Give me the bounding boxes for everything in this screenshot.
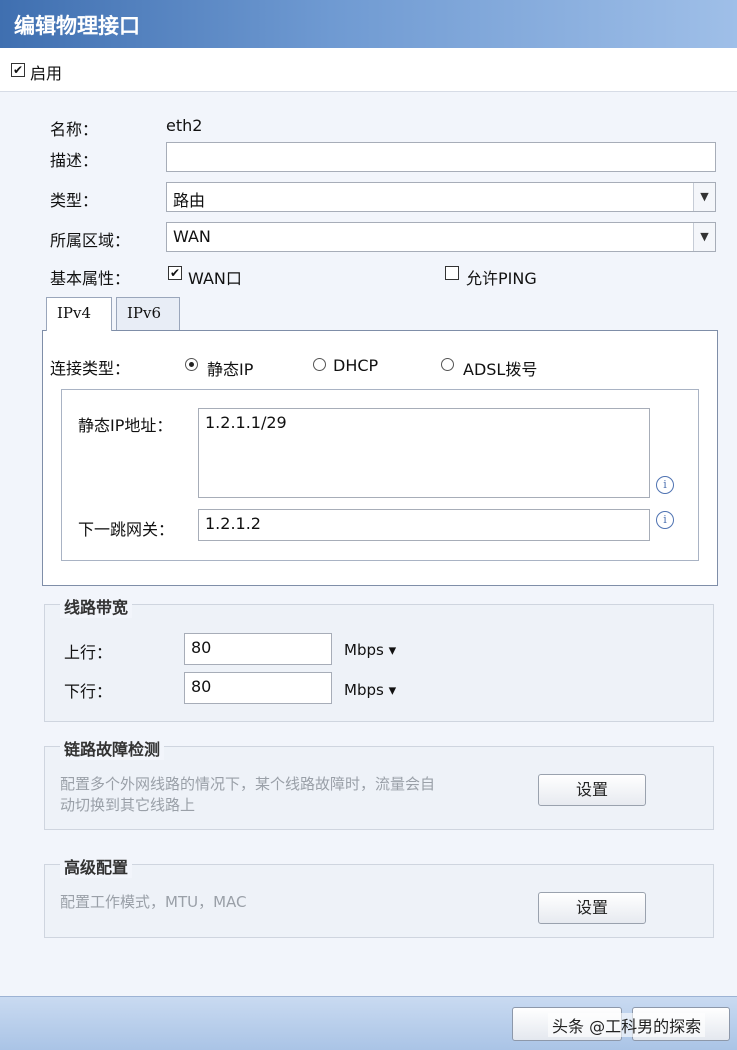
conn-type-label: 连接类型： (50, 359, 131, 378)
chevron-down-icon[interactable]: ▼ (693, 223, 715, 251)
radio-static-ip-label: 静态IP (207, 360, 254, 379)
bandwidth-group (44, 604, 714, 722)
title-bar: 编辑物理接口 (0, 0, 737, 48)
chevron-down-icon[interactable]: ▼ (693, 183, 715, 211)
ping-checkbox[interactable] (445, 266, 459, 280)
footer-bar: 头条 @工科男的探索 (0, 996, 737, 1050)
downlink-label: 下行： (64, 682, 113, 701)
advanced-desc: 配置工作模式，MTU，MAC (60, 893, 247, 911)
watermark-text: 头条 @工科男的探索 (548, 1013, 706, 1037)
gateway-input[interactable]: 1.2.1.2 (198, 509, 650, 541)
downlink-unit-dropdown[interactable]: Mbps ▾ (344, 681, 396, 699)
info-icon[interactable]: i (656, 476, 674, 494)
info-icon[interactable]: i (656, 511, 674, 529)
static-ip-label: 静态IP地址： (78, 416, 173, 435)
fault-detection-settings-button[interactable]: 设置 (538, 774, 646, 806)
type-label: 类型： (50, 191, 99, 210)
tab-ipv4[interactable]: IPv4 (46, 297, 112, 331)
type-select[interactable]: 路由 ▼ (166, 182, 716, 212)
attrs-label: 基本属性： (50, 269, 131, 288)
static-ip-box: 静态IP地址： 1.2.1.1/29 i 下一跳网关： 1.2.1.2 i (61, 389, 699, 561)
tab-ipv6[interactable]: IPv6 (116, 297, 180, 331)
enable-label: 启用 (30, 64, 63, 83)
type-select-value: 路由 (173, 191, 206, 210)
fault-detection-desc-line1: 配置多个外网线路的情况下，某个线路故障时，流量会自 (60, 775, 436, 793)
radio-static-ip[interactable] (185, 358, 198, 371)
advanced-settings-button[interactable]: 设置 (538, 892, 646, 924)
zone-select-value: WAN (173, 227, 211, 246)
zone-label: 所属区域： (50, 231, 131, 250)
radio-dhcp-label: DHCP (333, 356, 379, 375)
ping-label: 允许PING (466, 269, 537, 288)
radio-adsl-label: ADSL拨号 (463, 360, 538, 379)
downlink-input[interactable]: 80 (184, 672, 332, 704)
name-label: 名称： (50, 120, 99, 139)
gateway-label: 下一跳网关： (78, 520, 175, 539)
enable-checkbox[interactable]: ✔ (11, 63, 25, 77)
radio-dhcp[interactable] (313, 358, 326, 371)
bandwidth-title: 线路带宽 (60, 594, 133, 618)
edit-interface-dialog: 编辑物理接口 ✔ 启用 名称： eth2 描述： 类型： 路由 ▼ 所属区域： … (0, 0, 737, 1050)
static-ip-textarea[interactable]: 1.2.1.1/29 (198, 408, 650, 498)
dialog-title: 编辑物理接口 (14, 14, 140, 38)
uplink-label: 上行： (64, 643, 113, 662)
zone-select[interactable]: WAN ▼ (166, 222, 716, 252)
tab-ipv6-label: IPv6 (127, 304, 162, 322)
wan-checkbox[interactable]: ✔ (168, 266, 182, 280)
radio-adsl[interactable] (441, 358, 454, 371)
wan-label: WAN口 (188, 269, 242, 288)
fault-detection-desc-line2: 动切换到其它线路上 (60, 796, 196, 814)
enable-bar: ✔ 启用 (0, 48, 737, 92)
advanced-title: 高级配置 (60, 854, 133, 878)
desc-label: 描述： (50, 151, 99, 170)
desc-input[interactable] (166, 142, 716, 172)
ipv4-panel: 连接类型： 静态IP DHCP ADSL拨号 静态IP地址： 1.2.1.1/2… (42, 330, 718, 586)
fault-detection-title: 链路故障检测 (60, 736, 165, 760)
uplink-input[interactable]: 80 (184, 633, 332, 665)
uplink-unit-dropdown[interactable]: Mbps ▾ (344, 641, 396, 659)
name-value: eth2 (166, 116, 203, 135)
tab-ipv4-label: IPv4 (57, 304, 92, 322)
